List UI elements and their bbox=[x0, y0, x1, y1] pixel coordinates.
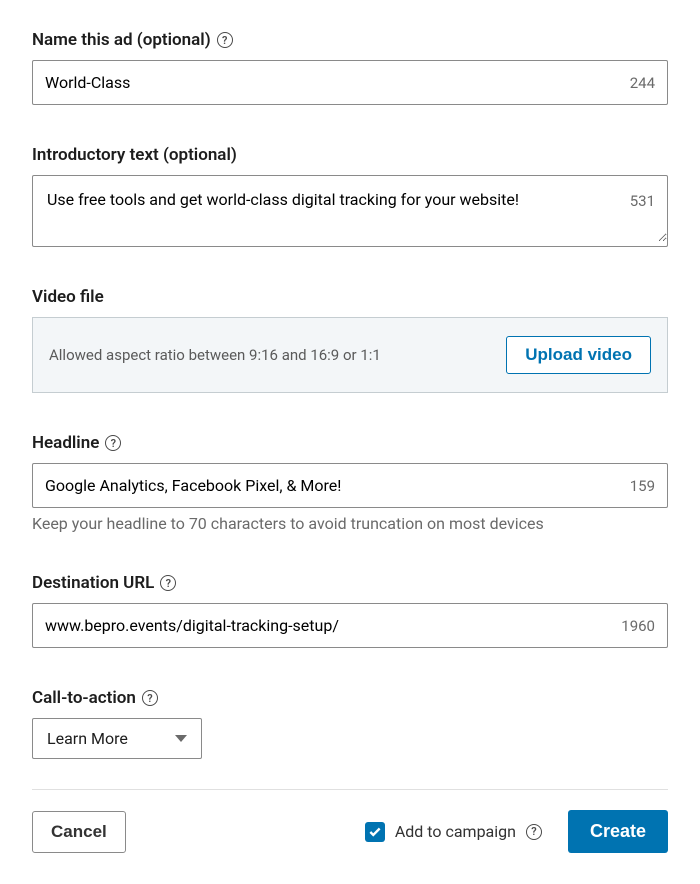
intro-text-label: Introductory text (optional) bbox=[32, 145, 237, 165]
add-to-campaign-label: Add to campaign bbox=[395, 822, 516, 841]
footer-right: Add to campaign ? Create bbox=[365, 810, 668, 853]
upload-video-button[interactable]: Upload video bbox=[506, 336, 651, 374]
cta-label: Call-to-action bbox=[32, 688, 136, 708]
destination-url-label: Destination URL bbox=[32, 573, 154, 593]
help-icon[interactable]: ? bbox=[526, 824, 542, 840]
help-icon[interactable]: ? bbox=[217, 32, 233, 48]
headline-label-row: Headline ? bbox=[32, 433, 668, 453]
cta-selected-value: Learn More bbox=[47, 729, 128, 748]
cta-field: Call-to-action ? Learn More bbox=[32, 688, 668, 759]
destination-url-count: 1960 bbox=[621, 617, 655, 635]
help-icon[interactable]: ? bbox=[105, 435, 121, 451]
headline-count: 159 bbox=[630, 477, 655, 495]
video-file-label: Video file bbox=[32, 287, 104, 307]
ad-name-field: Name this ad (optional) ? 244 bbox=[32, 30, 668, 105]
help-icon[interactable]: ? bbox=[160, 575, 176, 591]
cancel-button[interactable]: Cancel bbox=[32, 811, 126, 853]
form-footer: Cancel Add to campaign ? Create bbox=[32, 810, 668, 853]
destination-url-label-row: Destination URL ? bbox=[32, 573, 668, 593]
check-icon bbox=[368, 825, 382, 839]
ad-name-input-wrapper: 244 bbox=[32, 60, 668, 105]
headline-field: Headline ? 159 Keep your headline to 70 … bbox=[32, 433, 668, 533]
headline-input-wrapper: 159 bbox=[32, 463, 668, 508]
add-to-campaign-checkbox[interactable] bbox=[365, 822, 385, 842]
cta-label-row: Call-to-action ? bbox=[32, 688, 668, 708]
footer-divider bbox=[32, 789, 668, 790]
intro-text-label-row: Introductory text (optional) bbox=[32, 145, 668, 165]
intro-text-input[interactable] bbox=[33, 176, 667, 242]
add-to-campaign-group: Add to campaign ? bbox=[365, 822, 542, 842]
ad-name-label: Name this ad (optional) bbox=[32, 30, 211, 50]
intro-text-input-wrapper: 531 bbox=[32, 175, 668, 247]
cta-select[interactable]: Learn More bbox=[32, 718, 202, 759]
headline-label: Headline bbox=[32, 433, 99, 453]
ad-name-count: 244 bbox=[630, 74, 655, 92]
video-file-field: Video file Allowed aspect ratio between … bbox=[32, 287, 668, 393]
destination-url-input-wrapper: 1960 bbox=[32, 603, 668, 648]
destination-url-input[interactable] bbox=[33, 604, 667, 647]
headline-input[interactable] bbox=[33, 464, 667, 507]
video-aspect-hint: Allowed aspect ratio between 9:16 and 16… bbox=[49, 346, 381, 364]
intro-text-field: Introductory text (optional) 531 bbox=[32, 145, 668, 247]
create-button[interactable]: Create bbox=[568, 810, 668, 853]
video-file-label-row: Video file bbox=[32, 287, 668, 307]
chevron-down-icon bbox=[175, 735, 187, 742]
headline-helper: Keep your headline to 70 characters to a… bbox=[32, 514, 668, 533]
ad-name-label-row: Name this ad (optional) ? bbox=[32, 30, 668, 50]
ad-name-input[interactable] bbox=[33, 61, 667, 104]
help-icon[interactable]: ? bbox=[142, 690, 158, 706]
intro-text-count: 531 bbox=[630, 192, 655, 210]
destination-url-field: Destination URL ? 1960 bbox=[32, 573, 668, 648]
video-upload-box: Allowed aspect ratio between 9:16 and 16… bbox=[32, 317, 668, 393]
